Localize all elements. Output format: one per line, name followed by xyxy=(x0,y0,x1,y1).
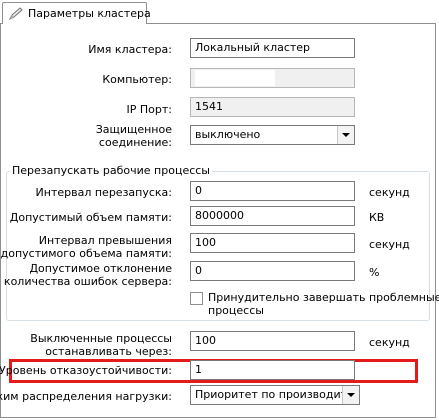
computer-value xyxy=(195,70,275,86)
memory-exceed-interval-label-line2: допустимого объема памяти: xyxy=(0,247,172,260)
server-error-deviation-input[interactable]: 0 xyxy=(190,261,355,281)
server-error-deviation-label-line1: Допустимое отклонение xyxy=(29,262,172,275)
stop-disabled-label: Выключенные процессы останавливать через… xyxy=(30,332,172,358)
force-terminate-checkbox[interactable] xyxy=(190,292,203,305)
restart-group-title: Перезапускать рабочие процессы xyxy=(10,164,212,177)
secure-connection-dropdown-button[interactable] xyxy=(337,126,354,144)
memory-limit-input[interactable]: 8000000 xyxy=(190,206,355,226)
server-error-deviation-label: Допустимое отклонение количества ошибок … xyxy=(4,262,172,288)
chevron-down-icon xyxy=(347,393,355,397)
stop-disabled-label-line2: останавливать через: xyxy=(45,345,172,358)
ip-port-label: IP Порт: xyxy=(126,103,172,116)
stop-disabled-input[interactable]: 100 xyxy=(190,331,355,351)
secure-connection-select[interactable]: выключено xyxy=(190,125,355,145)
fault-tolerance-label: Уровень отказоустойчивости: xyxy=(0,364,172,377)
memory-limit-unit: КВ xyxy=(369,211,385,224)
ip-port-input[interactable]: 1541 xyxy=(190,97,355,117)
load-balancing-dropdown-button[interactable] xyxy=(342,386,359,404)
load-balancing-value: Приоритет по производительности xyxy=(195,388,343,401)
memory-exceed-interval-label: Интервал превышения допустимого объема п… xyxy=(1,234,172,260)
load-balancing-label: Режим распределения нагрузки: xyxy=(0,390,172,403)
computer-input[interactable] xyxy=(190,68,355,88)
force-terminate-label[interactable]: Принудительно завершать проблемные проце… xyxy=(208,291,439,317)
memory-exceed-interval-label-line1: Интервал превышения xyxy=(38,234,172,247)
secure-connection-label-line1: Защищенное xyxy=(95,123,172,136)
memory-exceed-interval-unit: секунд xyxy=(369,238,410,251)
cluster-name-input[interactable]: Локальный кластер xyxy=(190,38,355,58)
restart-interval-input[interactable]: 0 xyxy=(190,181,355,201)
force-terminate-label-line1: Принудительно завершать проблемные xyxy=(208,291,439,304)
secure-connection-value: выключено xyxy=(195,128,261,141)
computer-label: Компьютер: xyxy=(102,73,172,86)
secure-connection-label: Защищенное соединение: xyxy=(96,123,172,149)
server-error-deviation-unit: % xyxy=(369,266,380,279)
memory-exceed-interval-input[interactable]: 100 xyxy=(190,233,355,253)
secure-connection-label-line2: соединение: xyxy=(98,136,172,149)
stop-disabled-unit: секунд xyxy=(369,336,410,349)
chevron-down-icon xyxy=(342,133,350,137)
server-error-deviation-label-line2: количества ошибок сервера: xyxy=(3,275,172,288)
restart-interval-label: Интервал перезапуска: xyxy=(35,186,172,199)
stop-disabled-label-line1: Выключенные процессы xyxy=(30,332,172,345)
tab-label: Параметры кластера xyxy=(28,7,151,20)
restart-interval-unit: секунд xyxy=(369,186,410,199)
tab-cluster-parameters[interactable]: Параметры кластера xyxy=(2,2,151,24)
fault-tolerance-input[interactable]: 1 xyxy=(190,360,355,380)
force-terminate-label-line2: процессы xyxy=(208,304,264,317)
cluster-name-label: Имя кластера: xyxy=(88,43,172,56)
pencil-icon xyxy=(8,6,24,21)
load-balancing-select[interactable]: Приоритет по производительности xyxy=(190,385,360,405)
memory-limit-label: Допустимый объем памяти: xyxy=(9,211,172,224)
